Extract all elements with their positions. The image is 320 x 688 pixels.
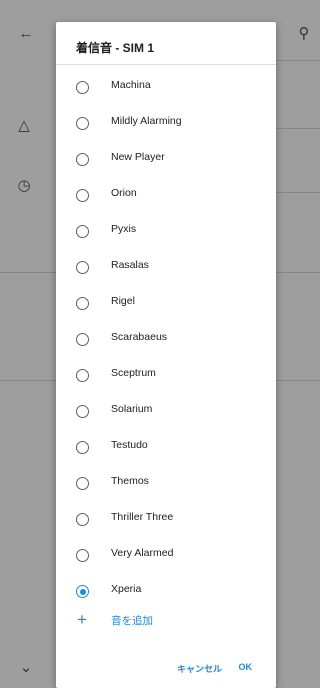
- ok-button[interactable]: OK: [237, 658, 255, 676]
- ringtone-label: New Player: [111, 151, 165, 163]
- radio-unchecked-icon[interactable]: [76, 369, 89, 382]
- dialog-title: 着信音 - SIM 1: [76, 41, 155, 55]
- ringtone-label: Testudo: [111, 439, 148, 451]
- ringtone-label: Orion: [111, 187, 137, 199]
- radio-unchecked-icon[interactable]: [76, 441, 89, 454]
- ringtone-option[interactable]: Thriller Three: [56, 502, 276, 538]
- ringtone-dialog: 着信音 - SIM 1 Machina Mildly Alarming New Pl…: [56, 22, 276, 688]
- radio-unchecked-icon[interactable]: [76, 477, 89, 490]
- ringtone-label: Xperia: [111, 583, 142, 595]
- ringtone-label: Very Alarmed: [111, 547, 174, 559]
- radio-unchecked-icon[interactable]: [76, 405, 89, 418]
- ringtone-option[interactable]: Testudo: [56, 430, 276, 466]
- radio-unchecked-icon[interactable]: [76, 261, 89, 274]
- radio-unchecked-icon[interactable]: [76, 225, 89, 238]
- ringtone-option[interactable]: Sceptrum: [56, 358, 276, 394]
- radio-unchecked-icon[interactable]: [76, 333, 89, 346]
- radio-unchecked-icon[interactable]: [76, 153, 89, 166]
- ringtone-label: Machina: [111, 79, 151, 91]
- ringtone-label: Scarabaeus: [111, 331, 168, 343]
- radio-unchecked-icon[interactable]: [76, 297, 89, 310]
- radio-unchecked-icon[interactable]: [76, 549, 89, 562]
- ringtone-option[interactable]: Very Alarmed: [56, 538, 276, 574]
- dialog-actions: キャンセル OK: [56, 648, 276, 688]
- radio-checked-icon[interactable]: [76, 585, 89, 598]
- ringtone-label: Pyxis: [111, 223, 137, 235]
- ringtone-option[interactable]: Machina: [56, 70, 276, 106]
- ringtone-option[interactable]: Rasalas: [56, 250, 276, 286]
- ringtone-label: Rasalas: [111, 259, 149, 271]
- ringtone-option[interactable]: New Player: [56, 142, 276, 178]
- ringtone-label: Mildly Alarming: [111, 115, 182, 127]
- title-divider: [56, 64, 276, 65]
- ringtone-option[interactable]: Orion: [56, 178, 276, 214]
- ringtone-label: Sceptrum: [111, 367, 156, 379]
- ringtone-label: Themos: [111, 475, 149, 487]
- ringtone-option[interactable]: Pyxis: [56, 214, 276, 250]
- ringtone-label: Thriller Three: [111, 511, 174, 523]
- radio-unchecked-icon[interactable]: [76, 513, 89, 526]
- radio-unchecked-icon[interactable]: [76, 189, 89, 202]
- radio-unchecked-icon[interactable]: [76, 117, 89, 130]
- radio-unchecked-icon[interactable]: [76, 81, 89, 94]
- ringtone-label: Rigel: [111, 295, 135, 307]
- ringtone-option[interactable]: Scarabaeus: [56, 322, 276, 358]
- ringtone-option[interactable]: Mildly Alarming: [56, 106, 276, 142]
- add-sound-label: 音を追加: [111, 615, 153, 627]
- ringtone-option[interactable]: Xperia: [56, 574, 276, 610]
- add-sound-button[interactable]: + 音を追加: [56, 606, 276, 636]
- ringtone-label: Solarium: [111, 403, 153, 415]
- ringtone-option[interactable]: Themos: [56, 466, 276, 502]
- plus-icon: +: [77, 610, 87, 629]
- ringtone-option[interactable]: Rigel: [56, 286, 276, 322]
- cancel-button[interactable]: キャンセル: [175, 658, 224, 679]
- ringtone-option[interactable]: Solarium: [56, 394, 276, 430]
